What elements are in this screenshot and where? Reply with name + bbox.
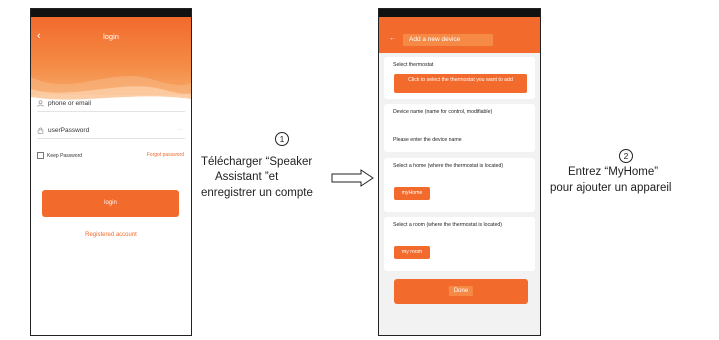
login-title: login — [103, 32, 119, 41]
password-field[interactable]: userPassword ··· — [37, 126, 185, 139]
select-thermostat-label: Select thermostat — [393, 62, 434, 68]
done-button-label: Done — [448, 286, 474, 296]
step-one-text-line3: enregistrer un compte — [201, 187, 313, 199]
forgot-password-link[interactable]: Forgot password — [147, 152, 184, 158]
phone-email-label: phone or email — [48, 100, 91, 107]
keep-password-checkbox[interactable]: Keep Password — [37, 152, 82, 159]
home-select-button[interactable]: myHome — [394, 187, 430, 200]
keep-password-label: Keep Password — [47, 152, 83, 159]
step-one-text-line2: Assistant ”et — [215, 171, 279, 183]
select-home-label: Select a home (where the thermostat is l… — [393, 163, 504, 169]
room-card: Select a room (where the thermostat is l… — [384, 217, 535, 271]
login-phone-screen: ‹ login phone or email userPassword ··· … — [30, 8, 192, 336]
status-bar — [379, 9, 540, 17]
step-one-marker: 1 — [275, 132, 289, 146]
device-name-card: Device name (name for control, modifiabl… — [384, 104, 535, 152]
done-button[interactable]: Done — [394, 279, 528, 304]
select-room-label: Select a room (where the thermostat is l… — [393, 222, 502, 228]
room-select-button[interactable]: my room — [394, 246, 430, 259]
arrow-right-icon — [331, 169, 374, 187]
device-name-input[interactable]: Please enter the device name — [393, 137, 462, 144]
home-card: Select a home (where the thermostat is l… — [384, 158, 535, 212]
checkbox-icon[interactable] — [37, 152, 44, 159]
step-one-text-line1: Télécharger “Speaker — [201, 156, 313, 168]
password-label: userPassword — [48, 127, 90, 134]
add-device-title: Add a new device — [403, 34, 493, 46]
add-device-header: ← Add a new device — [379, 17, 540, 53]
login-button[interactable]: login — [42, 190, 179, 217]
step-two-marker: 2 — [619, 149, 633, 163]
show-password-icon[interactable]: ··· — [178, 127, 183, 133]
thermostat-card: Select thermostat Click to select the th… — [384, 57, 535, 99]
phone-email-field[interactable]: phone or email — [37, 99, 185, 112]
back-arrow-icon[interactable]: ← — [389, 35, 396, 42]
select-thermostat-button[interactable]: Click to select the thermostat you want … — [394, 74, 527, 93]
device-name-label: Device name (name for control, modifiabl… — [393, 109, 493, 115]
registered-account-link[interactable]: Registered account — [31, 232, 191, 238]
user-icon — [37, 100, 44, 107]
step-two-text-line1: Entrez “MyHome” — [568, 166, 659, 178]
add-device-phone-screen: ← Add a new device Select thermostat Cli… — [378, 8, 541, 336]
status-bar — [31, 9, 191, 17]
step-two-text-line2: pour ajouter un appareil — [550, 182, 672, 194]
lock-icon — [37, 127, 44, 134]
